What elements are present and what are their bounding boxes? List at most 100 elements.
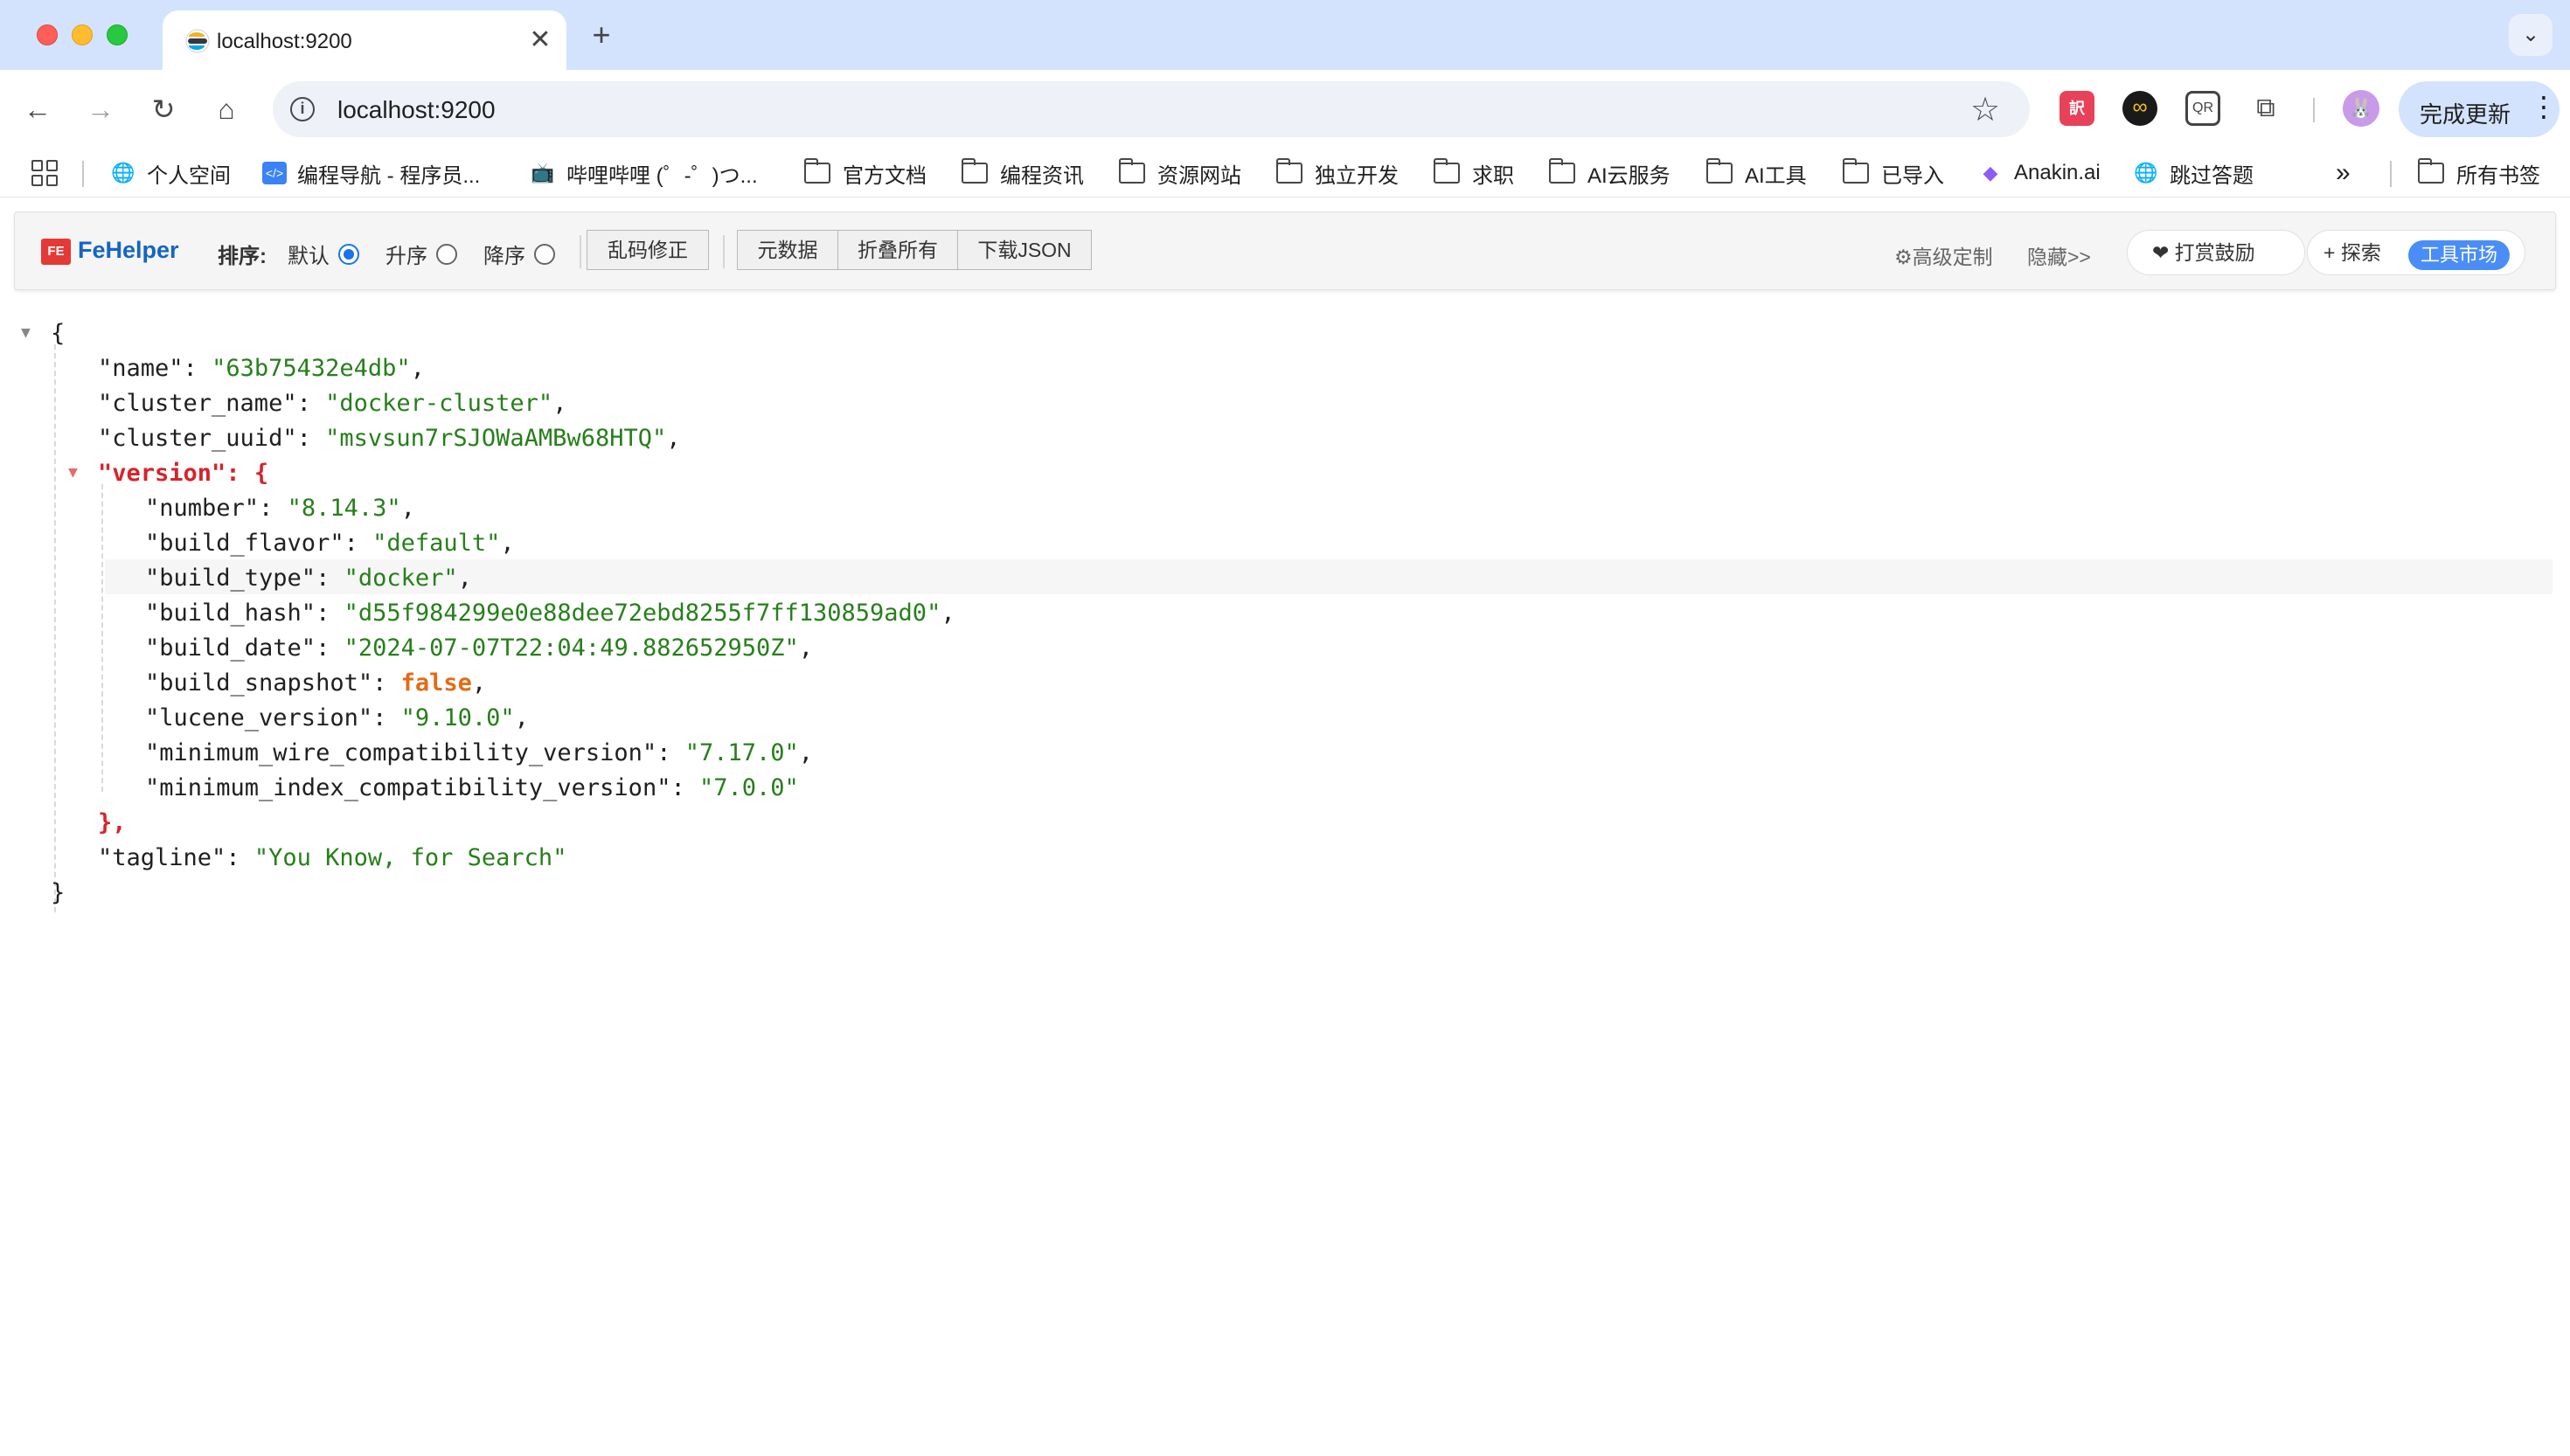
- finish-update-button[interactable]: 完成更新 ⋮: [2399, 81, 2560, 137]
- collapse-all-button[interactable]: 折叠所有: [837, 230, 958, 270]
- bookmark-label: 哔哩哔哩 (゜-゜)つ...: [566, 163, 758, 188]
- bookmark-item[interactable]: ◆ Anakin.ai: [1977, 157, 2101, 189]
- fehelper-logo-icon: FE: [41, 239, 71, 265]
- reload-button[interactable]: ↻: [145, 91, 182, 128]
- sort-option-label: 降序: [483, 245, 525, 268]
- translate-extension-icon[interactable]: 訳: [2059, 91, 2094, 126]
- apps-grid-icon[interactable]: [31, 160, 58, 186]
- new-tab-button[interactable]: +: [584, 17, 619, 52]
- bookmark-folder[interactable]: 资源网站: [1118, 157, 1241, 189]
- json-open-brace: {: [51, 320, 66, 347]
- home-button[interactable]: ⌂: [208, 91, 245, 128]
- extensions-puzzle-icon[interactable]: ⧉: [2248, 91, 2283, 126]
- bookmark-label: 编程资讯: [1000, 163, 1084, 188]
- bookmark-label: 官方文档: [843, 163, 927, 188]
- forward-button[interactable]: →: [82, 91, 119, 128]
- json-line: "build_flavor": "default",: [145, 530, 515, 557]
- bookmark-folder[interactable]: 已导入: [1842, 157, 1944, 189]
- tab-close-icon[interactable]: ✕: [523, 23, 558, 58]
- json-key: "cluster_name": [98, 390, 297, 417]
- json-key: "cluster_uuid": [98, 425, 297, 452]
- json-version-close: },: [98, 809, 127, 836]
- folder-icon: [1548, 158, 1575, 184]
- collapse-root-toggle-icon[interactable]: ▼: [21, 323, 31, 342]
- bookmarks-divider: [82, 161, 84, 187]
- json-key: "minimum_index_compatibility_version": [145, 774, 671, 801]
- close-window-button[interactable]: [37, 24, 58, 45]
- bookmark-label: 已导入: [1881, 163, 1944, 188]
- site-info-icon[interactable]: i: [290, 97, 315, 121]
- address-url[interactable]: localhost:9200: [337, 96, 496, 124]
- elasticsearch-favicon-icon: [185, 29, 210, 53]
- sort-asc-option[interactable]: 升序: [386, 239, 457, 269]
- all-bookmarks-folder[interactable]: 所有书签: [2417, 157, 2540, 189]
- globe-icon: 🌐: [2134, 162, 2158, 184]
- bookmark-item[interactable]: 🌐 跳过答题: [2133, 157, 2254, 189]
- folder-icon: [961, 158, 988, 184]
- json-key: "number": [145, 495, 260, 522]
- qr-code-extension-icon[interactable]: QR: [2185, 91, 2220, 126]
- bookmark-label: 求职: [1472, 163, 1514, 188]
- metadata-button[interactable]: 元数据: [737, 230, 838, 270]
- bookmark-star-icon[interactable]: ☆: [1970, 90, 2000, 129]
- json-key: "minimum_wire_compatibility_version": [145, 739, 657, 766]
- address-bar[interactable]: i localhost:9200 ☆: [273, 81, 2030, 137]
- active-tab[interactable]: localhost:9200 ✕: [163, 10, 566, 70]
- folder-icon: [1118, 158, 1145, 184]
- json-line: "minimum_index_compatibility_version": "…: [145, 774, 799, 801]
- json-line: "build_type": "docker",: [145, 565, 472, 592]
- json-line: "tagline": "You Know, for Search": [98, 844, 567, 871]
- json-string-value: "docker": [344, 565, 458, 592]
- sort-default-option[interactable]: 默认: [288, 239, 359, 269]
- bookmark-folder[interactable]: 求职: [1433, 157, 1514, 189]
- hide-toolbar-link[interactable]: 隐藏>>: [2027, 240, 2091, 270]
- json-key: "lucene_version": [145, 704, 373, 731]
- sort-asc-radio[interactable]: [436, 243, 457, 265]
- bookmark-item[interactable]: 📺 哔哩哔哩 (゜-゜)つ...: [530, 157, 758, 189]
- bookmarks-overflow-icon[interactable]: »: [2336, 157, 2351, 189]
- json-key: "build_hash": [145, 600, 316, 627]
- donate-button[interactable]: ❤ 打赏鼓励: [2127, 230, 2305, 275]
- minimize-window-button[interactable]: [72, 24, 93, 45]
- tool-market-badge[interactable]: 工具市场: [2408, 240, 2510, 270]
- menu-dots-icon[interactable]: ⋮: [2530, 90, 2558, 123]
- sort-option-label: 升序: [386, 245, 427, 268]
- json-line: "cluster_name": "docker-cluster",: [98, 390, 567, 417]
- bookmark-folder[interactable]: AI云服务: [1548, 157, 1670, 189]
- collapse-version-toggle-icon[interactable]: ▼: [68, 463, 78, 482]
- toolbar-divider: [2313, 98, 2315, 122]
- json-close-brace: }: [51, 879, 66, 906]
- bookmark-label: 所有书签: [2456, 163, 2540, 188]
- bookmark-item[interactable]: </> 编程导航 - 程序员...: [262, 157, 480, 189]
- download-json-button[interactable]: 下载JSON: [957, 230, 1092, 270]
- bookmark-item[interactable]: 🌐 个人空间: [110, 157, 231, 189]
- folder-icon: [1275, 158, 1302, 184]
- fehelper-title[interactable]: FeHelper: [78, 237, 179, 264]
- sort-desc-option[interactable]: 降序: [483, 239, 555, 269]
- json-string-value: "8.14.3": [287, 495, 401, 522]
- bookmark-label: Anakin.ai: [2014, 161, 2101, 184]
- bookmark-folder[interactable]: 独立开发: [1275, 157, 1399, 189]
- bookmark-folder[interactable]: AI工具: [1705, 157, 1807, 189]
- sort-default-radio[interactable]: [338, 243, 359, 265]
- json-line: "build_snapshot": false,: [145, 669, 487, 697]
- bookmark-label: 跳过答题: [2170, 163, 2254, 188]
- sort-label: 排序:: [218, 245, 267, 268]
- json-key: "name": [98, 355, 184, 382]
- json-string-value: "You Know, for Search": [254, 844, 567, 871]
- bookmark-label: 个人空间: [147, 163, 231, 188]
- profile-avatar[interactable]: 🐰: [2343, 90, 2379, 127]
- infinity-extension-icon[interactable]: ∞: [2122, 91, 2157, 126]
- indent-guide: [101, 484, 103, 792]
- bookmark-folder[interactable]: 编程资讯: [961, 157, 1084, 189]
- fix-encoding-button[interactable]: 乱码修正: [587, 230, 709, 270]
- sort-desc-radio[interactable]: [534, 243, 555, 265]
- back-button[interactable]: ←: [19, 91, 56, 128]
- json-line: "build_hash": "d55f984299e0e88dee72ebd82…: [145, 600, 955, 627]
- advanced-settings-link[interactable]: ⚙高级定制: [1894, 240, 1993, 270]
- tab-search-button[interactable]: ⌄: [2509, 14, 2553, 56]
- bookmark-folder[interactable]: 官方文档: [803, 157, 927, 189]
- json-line: "number": "8.14.3",: [145, 495, 415, 522]
- json-line: "minimum_wire_compatibility_version": "7…: [145, 739, 814, 766]
- maximize-window-button[interactable]: [107, 24, 128, 45]
